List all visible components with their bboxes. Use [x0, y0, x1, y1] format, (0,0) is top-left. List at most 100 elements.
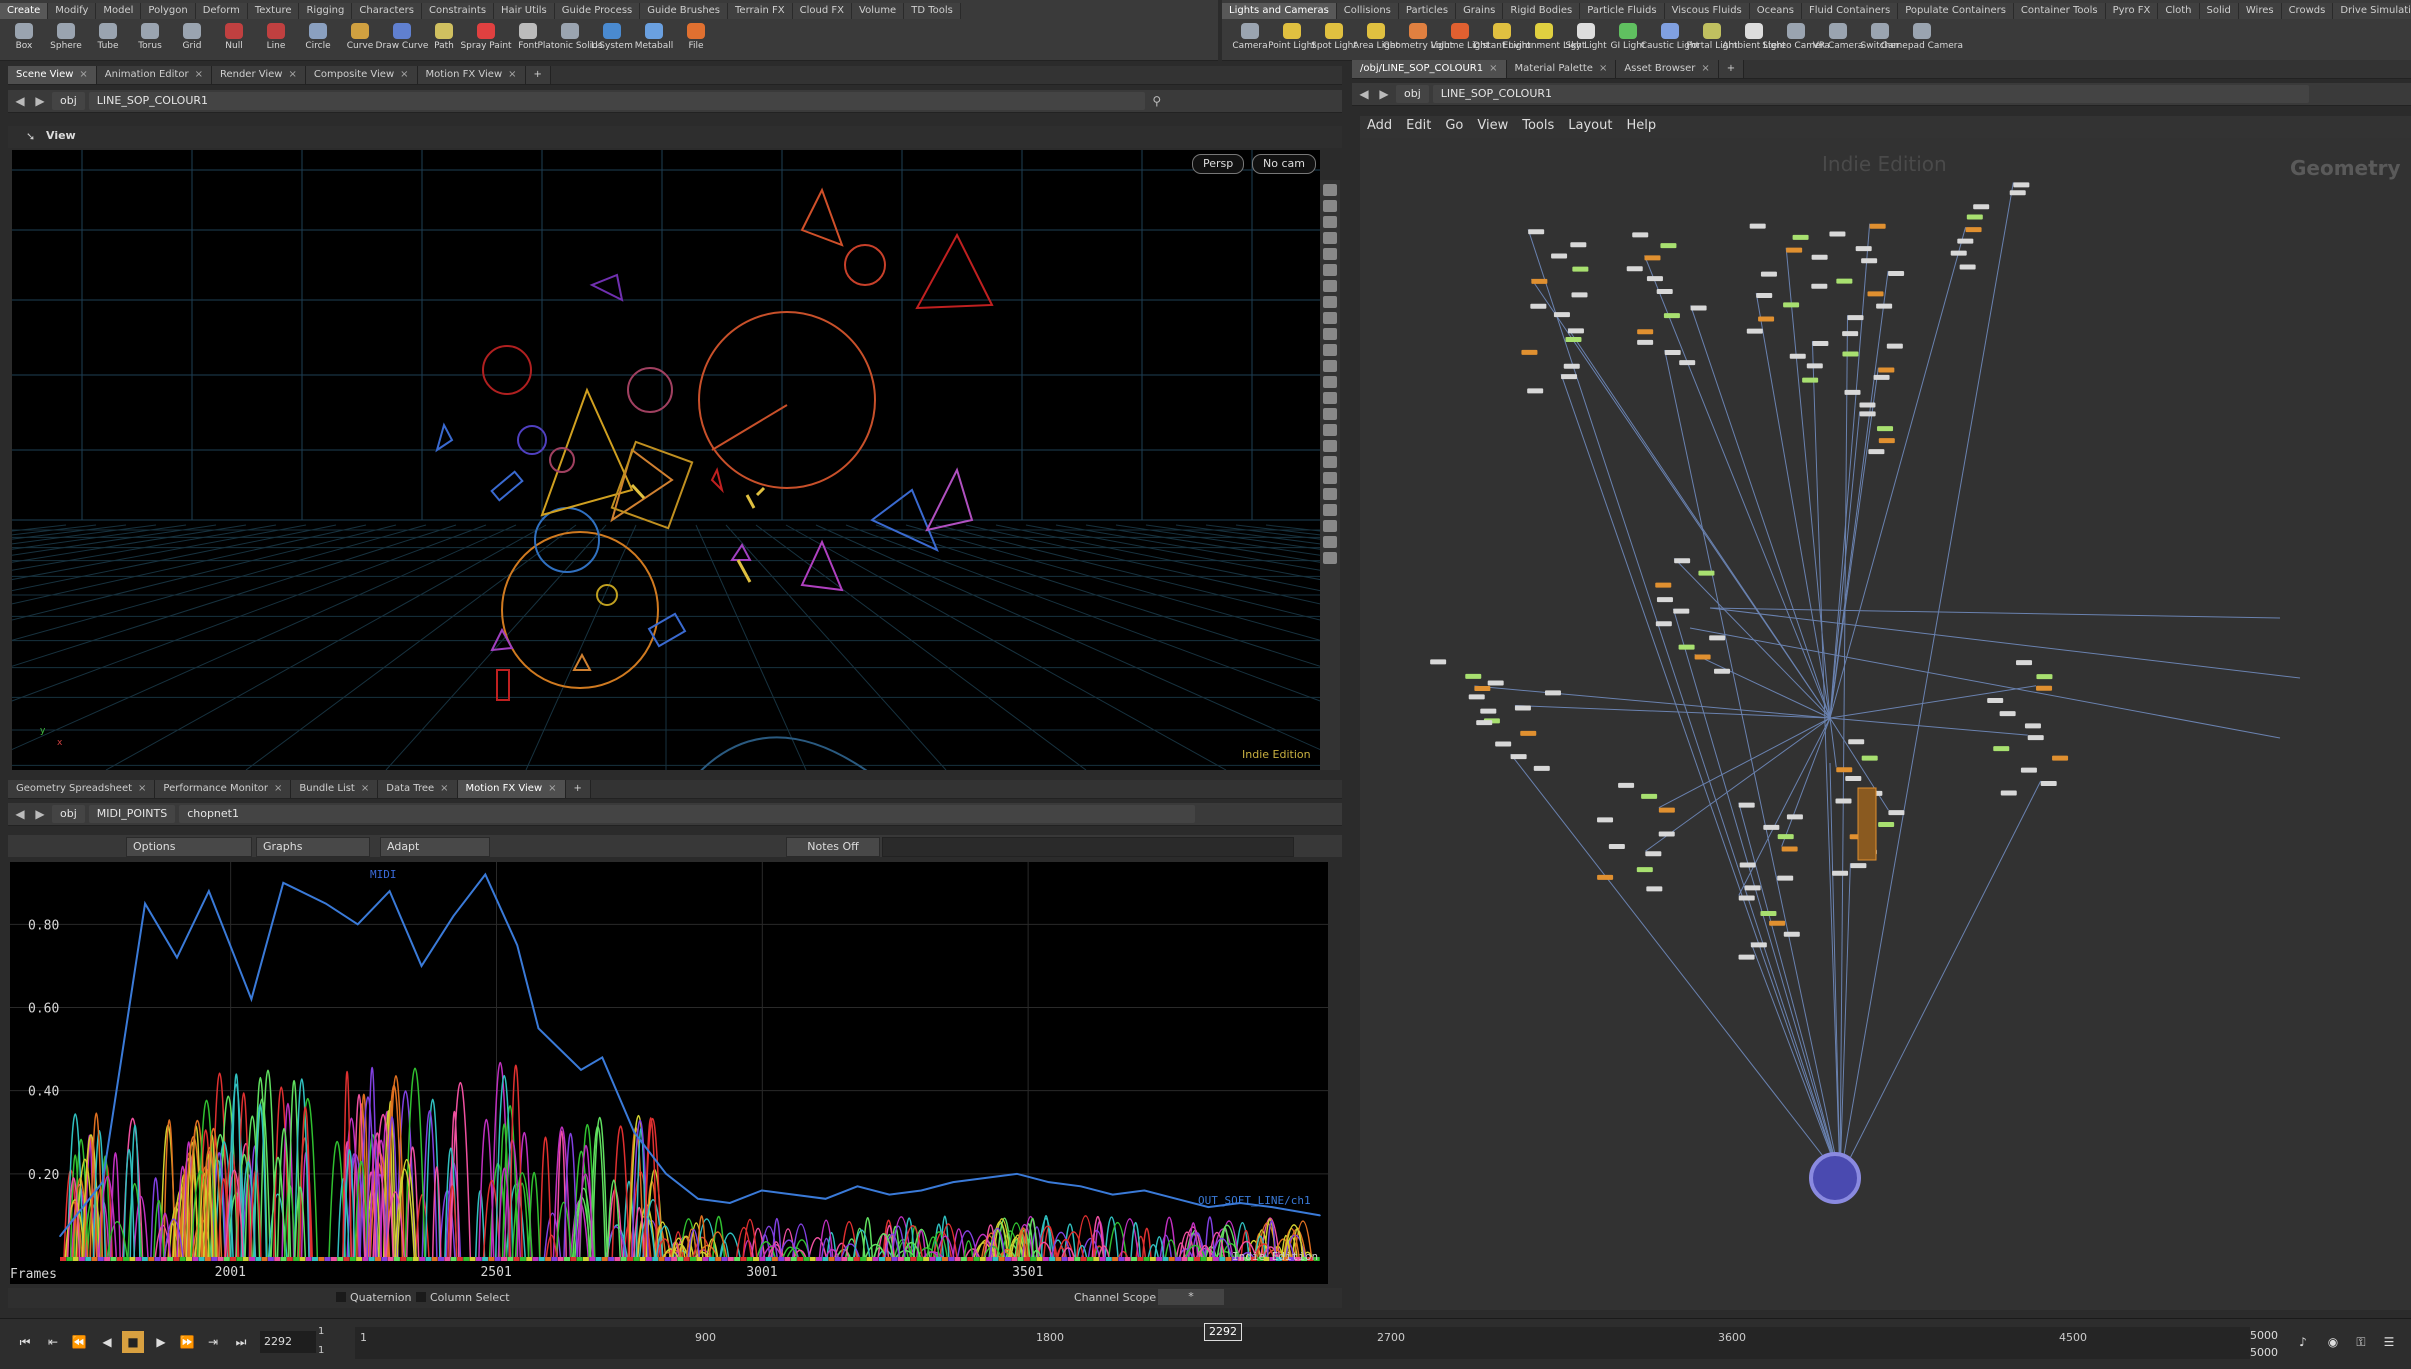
forward-arrow-icon[interactable]: ▶: [1376, 86, 1392, 102]
display-option-icon[interactable]: [1323, 376, 1337, 388]
shelf-tool-button[interactable]: Environment Light: [1503, 22, 1585, 58]
shelf-tool-button[interactable]: Point Light: [1268, 22, 1316, 58]
shelf-tab[interactable]: Volume: [852, 3, 905, 19]
shelf-tab[interactable]: Crowds: [2281, 3, 2334, 19]
pane-tab[interactable]: Motion FX View ×: [457, 780, 566, 798]
shelf-tool-button[interactable]: Spot Light: [1311, 22, 1357, 58]
display-option-icon[interactable]: [1323, 296, 1337, 308]
shelf-tab[interactable]: Grains: [1456, 3, 1504, 19]
path-crumb-chopnet[interactable]: chopnet1: [179, 805, 1196, 823]
graphs-dropdown[interactable]: Graphs: [256, 837, 370, 857]
channel-filter-input[interactable]: [882, 837, 1294, 857]
pane-tab[interactable]: Motion FX View ×: [417, 66, 526, 84]
shelf-tab[interactable]: Modify: [48, 3, 97, 19]
shelf-tab[interactable]: Oceans: [1749, 3, 1802, 19]
shelf-tool-button[interactable]: Stereo Camera: [1762, 22, 1830, 58]
channel-scope-field[interactable]: *: [1158, 1289, 1224, 1305]
shelf-tab[interactable]: Texture: [247, 3, 300, 19]
view-menu-icon[interactable]: ➘: [26, 130, 35, 143]
shelf-tool-button[interactable]: Spray Paint: [460, 22, 512, 58]
shelf-tool-button[interactable]: Grid: [172, 22, 212, 58]
menu-item-add[interactable]: Add: [1360, 116, 1399, 136]
pane-tab[interactable]: Material Palette ×: [1506, 60, 1617, 78]
display-option-icon[interactable]: [1323, 232, 1337, 244]
scene-viewport[interactable]: Persp No cam Indie Edition y x: [12, 150, 1320, 770]
menu-item-edit[interactable]: Edit: [1399, 116, 1438, 136]
pane-tab[interactable]: Geometry Spreadsheet ×: [8, 780, 156, 798]
quaternion-checkbox[interactable]: [336, 1292, 346, 1302]
keys-icon[interactable]: ⚿: [2350, 1331, 2372, 1353]
end-frame-bottom[interactable]: 5000: [2250, 1346, 2278, 1359]
notes-dropdown[interactable]: Notes Off: [786, 837, 880, 857]
menu-item-help[interactable]: Help: [1619, 116, 1663, 136]
shelf-tool-button[interactable]: Tube: [88, 22, 128, 58]
options-dropdown[interactable]: Options: [126, 837, 252, 857]
pane-tab[interactable]: Animation Editor ×: [96, 66, 212, 84]
shelf-tool-button[interactable]: Curve: [340, 22, 380, 58]
display-option-icon[interactable]: [1323, 392, 1337, 404]
camera-button[interactable]: No cam: [1252, 154, 1316, 174]
display-option-icon[interactable]: [1323, 536, 1337, 548]
close-tab-icon[interactable]: ×: [79, 69, 87, 80]
close-tab-icon[interactable]: ×: [1701, 63, 1709, 74]
display-option-icon[interactable]: [1323, 344, 1337, 356]
pane-tab[interactable]: Asset Browser ×: [1616, 60, 1719, 78]
shelf-tool-button[interactable]: Circle: [298, 22, 338, 58]
close-tab-icon[interactable]: ×: [400, 69, 408, 80]
menu-item-view[interactable]: View: [1470, 116, 1515, 136]
shelf-tool-button[interactable]: Distant Light: [1473, 22, 1531, 58]
shelf-tool-button[interactable]: Font: [508, 22, 548, 58]
step-forward-icon[interactable]: ⏩: [176, 1331, 198, 1353]
shelf-tool-button[interactable]: Platonic Solids: [537, 22, 603, 58]
back-arrow-icon[interactable]: ◀: [12, 806, 28, 822]
pane-tab[interactable]: /obj/LINE_SOP_COLOUR1 ×: [1352, 60, 1507, 78]
shelf-tool-button[interactable]: L-System: [591, 22, 633, 58]
jump-start-icon[interactable]: ⏮: [14, 1331, 36, 1353]
path-crumb-node[interactable]: LINE_SOP_COLOUR1: [88, 92, 1145, 110]
display-option-icon[interactable]: [1323, 440, 1337, 452]
close-tab-icon[interactable]: ×: [195, 69, 203, 80]
shelf-tab[interactable]: Cloth: [2158, 3, 2200, 19]
current-frame-field[interactable]: 2292: [260, 1331, 316, 1353]
shelf-tab[interactable]: Deform: [195, 3, 248, 19]
network-editor[interactable]: Geometry Indie Edition: [1360, 138, 2411, 1310]
shelf-tab[interactable]: Rigging: [299, 3, 353, 19]
timeline-bar[interactable]: 1 900 1800 2700 3600 4500: [355, 1327, 2250, 1359]
menu-item-layout[interactable]: Layout: [1561, 116, 1619, 136]
display-option-icon[interactable]: [1323, 488, 1337, 500]
shelf-tool-button[interactable]: Portal Light: [1686, 22, 1738, 58]
path-crumb-node[interactable]: LINE_SOP_COLOUR1: [1432, 85, 2309, 103]
back-arrow-icon[interactable]: ◀: [1356, 86, 1372, 102]
play-icon[interactable]: ▶: [150, 1331, 172, 1353]
shelf-tool-button[interactable]: Null: [214, 22, 254, 58]
shelf-tab[interactable]: Terrain FX: [728, 3, 793, 19]
path-crumb-obj[interactable]: obj: [52, 92, 85, 110]
display-option-icon[interactable]: [1323, 328, 1337, 340]
display-option-icon[interactable]: [1323, 200, 1337, 212]
shelf-tool-button[interactable]: Area Light: [1353, 22, 1399, 58]
close-tab-icon[interactable]: ×: [288, 69, 296, 80]
step-bottom[interactable]: 1: [318, 1345, 324, 1356]
end-frame-top[interactable]: 5000: [2250, 1329, 2278, 1342]
play-reverse-icon[interactable]: ◀: [96, 1331, 118, 1353]
display-option-icon[interactable]: [1323, 360, 1337, 372]
shelf-tab[interactable]: Particles: [1398, 3, 1457, 19]
audio-icon[interactable]: ♪: [2292, 1331, 2314, 1353]
shelf-tab[interactable]: Polygon: [141, 3, 196, 19]
shelf-tab[interactable]: Constraints: [421, 3, 495, 19]
shelf-tab[interactable]: Drive Simulation: [2333, 3, 2411, 19]
shelf-tool-button[interactable]: Line: [256, 22, 296, 58]
shelf-tab[interactable]: Guide Brushes: [640, 3, 729, 19]
display-option-icon[interactable]: [1323, 312, 1337, 324]
shelf-tab[interactable]: Solid: [2199, 3, 2239, 19]
close-tab-icon[interactable]: ×: [440, 783, 448, 794]
shelf-tab[interactable]: Collisions: [1336, 3, 1399, 19]
timeline-marker[interactable]: 2292: [1204, 1323, 1242, 1341]
pane-tab[interactable]: Render View ×: [211, 66, 306, 84]
close-tab-icon[interactable]: ×: [1489, 63, 1497, 74]
motion-graph[interactable]: 0.20 0.40 0.60 0.80 2001 2501 3001 3501 MIDI OU…: [10, 862, 1328, 1284]
pane-tab[interactable]: Data Tree ×: [378, 780, 458, 798]
shelf-tool-button[interactable]: GI Light: [1608, 22, 1648, 58]
pin-icon[interactable]: ⚲: [1149, 93, 1165, 109]
add-tab-icon[interactable]: +: [565, 780, 591, 798]
